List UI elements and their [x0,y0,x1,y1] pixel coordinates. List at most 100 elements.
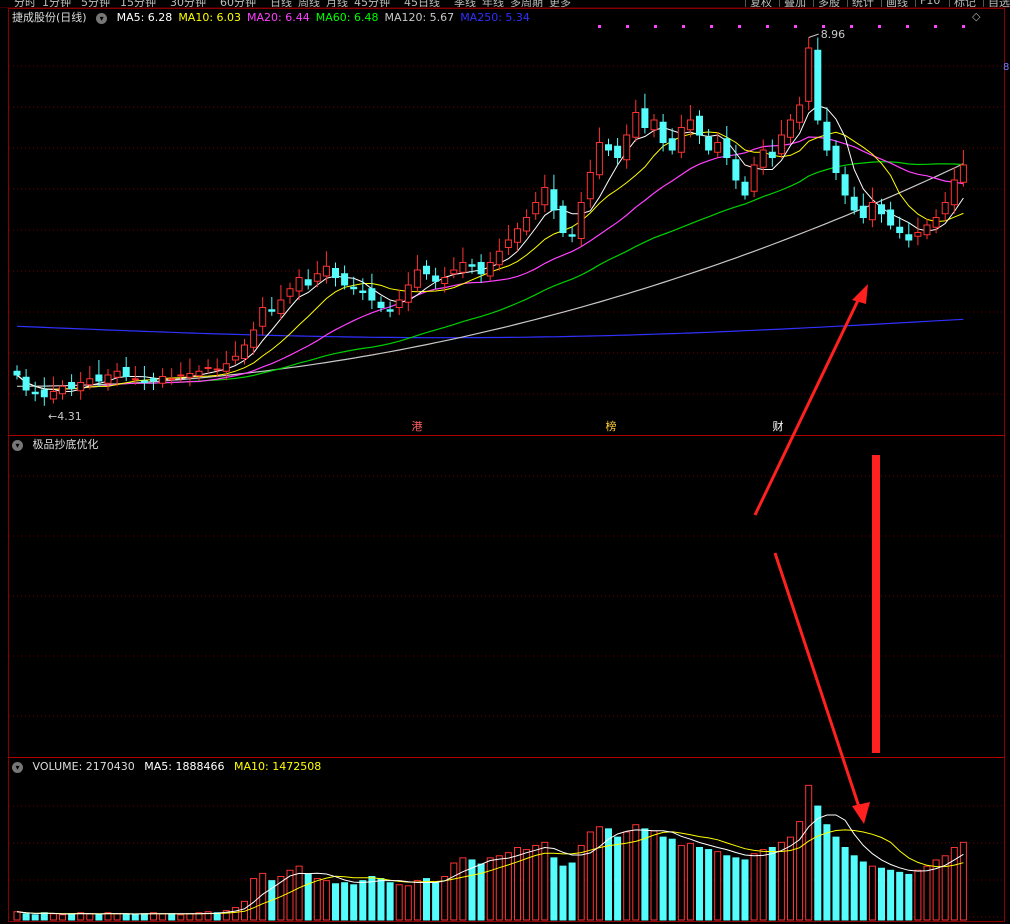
signal-dot [738,25,741,28]
ma-legend-item: MA60: 6.48 [315,11,379,24]
volume-bar [441,876,449,921]
ma-legend-item: MA250: 5.34 [460,11,530,24]
candle-body [159,376,167,384]
signal-dot [934,25,937,28]
volume-bar [595,826,603,921]
kline-chart[interactable]: 8.96 ←4.31 [0,0,1010,924]
candle-body [932,217,940,228]
candle-body [623,134,631,161]
candle-body [395,299,403,308]
candle-body [322,265,330,277]
volume-bar [741,859,749,921]
candle-body [295,277,303,292]
stock-title[interactable]: 捷成股份(日线) [12,11,87,24]
candle-body [459,262,467,273]
ma-legend-item: MA5: 6.28 [116,11,173,24]
candle-body [441,277,449,284]
volume-bar [677,844,685,921]
volume-bar [859,861,867,921]
volume-bar [95,914,103,921]
signal-dot [710,25,713,28]
candle-body [450,269,458,275]
candle-body [696,115,703,136]
candle-body [250,329,258,348]
candle-body [213,368,221,371]
candle-body [832,145,840,173]
candle-body [750,164,758,192]
chevron-down-icon[interactable]: ▾ [96,12,108,24]
volume-bar [341,882,349,921]
candle-body [759,149,767,168]
volume-bar [386,882,394,921]
volume-bar [905,873,913,921]
volume-bar [814,805,822,921]
candle-body [905,234,913,241]
volume-bar [868,865,876,921]
candle-body [304,279,312,286]
candle-body [559,205,567,233]
volume-bar [359,880,367,921]
chevron-down-icon[interactable]: ▾ [12,439,23,451]
volume-bar [404,885,412,921]
candle-body [140,380,148,383]
candle-body [777,134,785,155]
volume-bar [559,865,567,921]
event-marker-hk[interactable]: 港 [410,420,424,434]
volume-bar [322,880,330,921]
volume-bar [186,913,194,921]
candle-body [168,378,176,381]
candle-body [541,187,549,206]
signal-dot [850,25,853,28]
volume-bar [614,836,622,921]
candle-body [131,378,139,381]
volume-bar [659,836,667,921]
volume-bar [914,869,922,921]
volume-bar [313,878,321,921]
volume-ma10: MA10: 1472508 [233,760,322,773]
candle-body [723,138,731,158]
chevron-down-icon[interactable]: ▾ [12,761,23,773]
candle-body [841,174,849,196]
candle-body [222,363,230,372]
candle-body [941,202,949,215]
candle-body [805,47,813,102]
volume-bar [231,907,239,921]
candle-body [668,138,676,151]
volume-bar [686,842,694,921]
volume-bar [395,884,403,921]
candle-body [86,378,94,386]
volume-bar [805,784,813,921]
candle-body [495,250,503,266]
candle-body [887,209,895,226]
volume-legend: ▾ VOLUME: 2170430 MA5: 1888466 MA10: 147… [12,759,327,775]
diamond-icon[interactable]: ◇ [972,10,980,23]
event-marker-finance[interactable]: 财 [771,420,785,434]
candle-body [231,355,239,361]
annotation-arrowhead-up [852,284,868,304]
volume-bar [250,878,258,921]
candle-body [13,370,21,376]
volume-bar [523,849,531,921]
volume-bar [750,853,758,921]
volume-bar [832,836,840,921]
ma-legend-item: MA10: 6.03 [178,11,242,24]
candle-body [741,181,749,196]
indicator-title[interactable]: 极品抄底优化 [33,438,99,451]
candle-body [277,299,285,314]
volume-bar [896,871,904,921]
volume-bar [705,849,713,921]
candle-body [68,382,76,389]
candle-body [514,228,521,243]
annotation-arrowhead-down [852,802,870,824]
right-axis-marker: 8 [1003,62,1010,73]
volume-bar [459,857,467,921]
candle-body [641,108,649,128]
event-marker-rank[interactable]: 榜 [604,420,618,434]
volume-bar [623,831,631,921]
volume-bar [304,873,312,921]
candle-body [732,159,740,181]
volume-bar [332,883,339,921]
candle-body [259,307,267,327]
candle-body [204,367,212,369]
volume-bar [605,828,612,921]
